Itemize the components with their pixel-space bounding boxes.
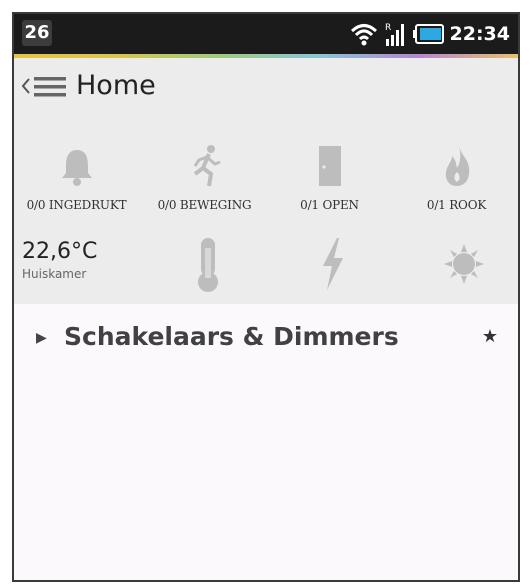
battery-icon: [412, 24, 444, 44]
temperature-readout[interactable]: 22,6°C Huiskamer: [22, 239, 97, 281]
lightning-icon[interactable]: [311, 234, 355, 294]
svg-text:R: R: [385, 23, 391, 33]
tile-smoke[interactable]: 0/1 ROOK: [394, 142, 518, 222]
tile-motion-label: 0/0 BEWEGING: [157, 198, 252, 212]
signal-icon: R: [385, 23, 404, 46]
bell-icon: [61, 150, 92, 186]
section-title: Schakelaars & Dimmers: [64, 322, 399, 351]
tile-door[interactable]: 0/1 OPEN: [267, 142, 392, 222]
flame-icon: [445, 146, 469, 186]
app-bar: Home: [14, 58, 518, 114]
temperature-value: 22,6°C: [22, 239, 98, 264]
tile-door-label: 0/1 OPEN: [300, 198, 359, 212]
status-bar: 26 R 22:34: [14, 14, 518, 54]
triangle-right-icon[interactable]: ▶: [36, 330, 47, 346]
status-dashboard: 0/0 INGEDRUKT 0/0 BEWEGING 0/1 OPEN 0/1 …: [14, 114, 518, 304]
chevron-left-icon[interactable]: [20, 76, 32, 96]
menu-icon[interactable]: [34, 75, 66, 99]
page-title: Home: [76, 70, 156, 101]
tile-pressed-label: 0/0 INGEDRUKT: [26, 198, 127, 212]
section-switches-dimmers[interactable]: ▶ Schakelaars & Dimmers ★: [14, 312, 518, 362]
notification-badge[interactable]: 26: [22, 20, 52, 46]
temperature-room: Huiskamer: [22, 267, 87, 281]
door-icon: [318, 146, 341, 186]
star-icon[interactable]: ★: [482, 326, 498, 347]
tile-pressed[interactable]: 0/0 INGEDRUKT: [14, 142, 139, 222]
phone-screen: 26 R 22:34 Home 0/0 INGEDRUKT 0/0 BEWEGI…: [12, 12, 520, 582]
sun-icon[interactable]: [442, 234, 486, 294]
wifi-icon: [350, 24, 377, 46]
status-icons: R 22:34: [350, 19, 510, 49]
tile-smoke-label: 0/1 ROOK: [426, 198, 487, 212]
running-person-icon: [193, 145, 221, 187]
tile-motion[interactable]: 0/0 BEWEGING: [142, 142, 267, 222]
clock: 22:34: [449, 23, 510, 45]
thermometer-icon[interactable]: [186, 234, 230, 294]
